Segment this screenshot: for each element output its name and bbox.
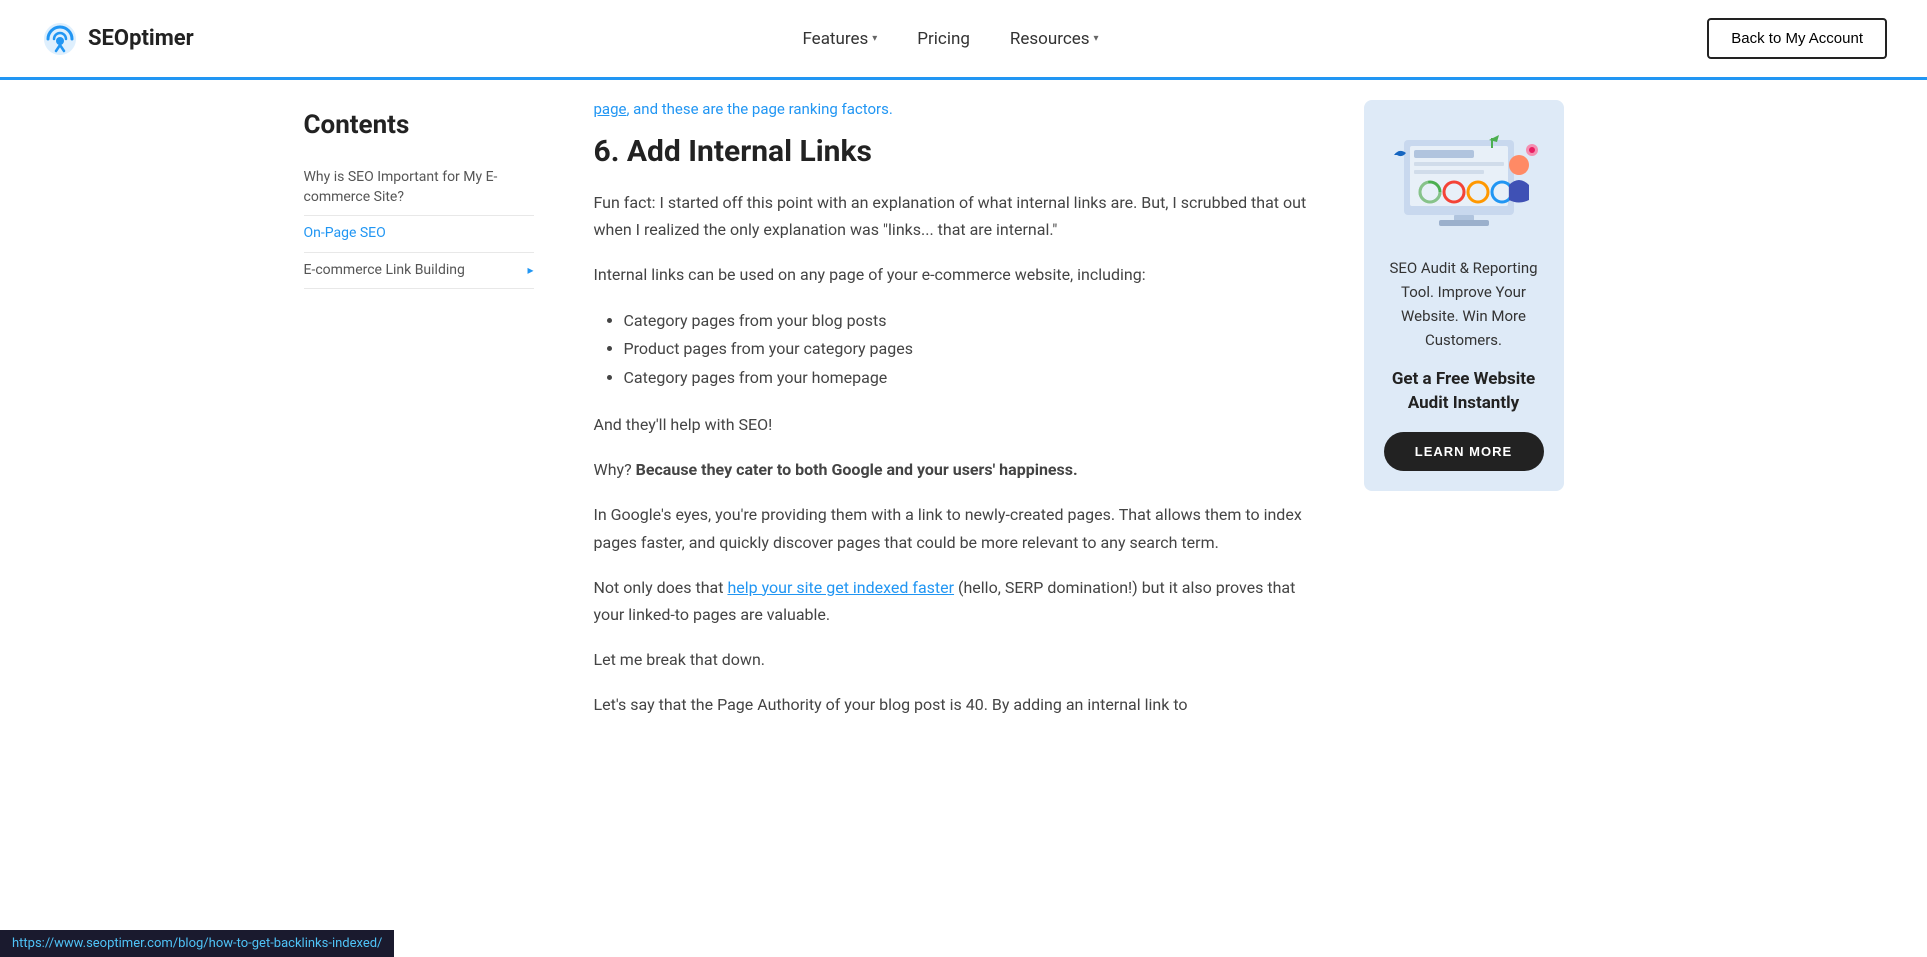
cta-illustration	[1384, 120, 1544, 240]
cta-tool-text: SEO Audit & Reporting Tool. Improve Your…	[1384, 256, 1544, 352]
site-header: SEOptimer Features ▾ Pricing Resources ▾…	[0, 0, 1927, 80]
logo-text: SEOptimer	[88, 26, 194, 51]
top-fade-text: page, and these are the page ranking fac…	[594, 100, 1314, 118]
main-content: page, and these are the page ranking fac…	[564, 100, 1344, 736]
list-item: Product pages from your category pages	[624, 335, 1314, 364]
main-nav: Features ▾ Pricing Resources ▾	[802, 29, 1098, 49]
cta-box: SEO Audit & Reporting Tool. Improve Your…	[1364, 100, 1564, 491]
paragraph-and-help: And they'll help with SEO!	[594, 411, 1314, 438]
list-item: Category pages from your homepage	[624, 364, 1314, 393]
chevron-down-icon: ▾	[872, 33, 877, 44]
paragraph-2: Internal links can be used on any page o…	[594, 261, 1314, 288]
right-sidebar: SEO Audit & Reporting Tool. Improve Your…	[1344, 100, 1564, 736]
nav-features[interactable]: Features ▾	[802, 29, 877, 49]
indexed-faster-link[interactable]: help your site get indexed faster	[727, 578, 954, 597]
sidebar-item-why-seo[interactable]: Why is SEO Important for My E-commerce S…	[304, 160, 534, 216]
arrow-icon: ▸	[527, 262, 533, 279]
status-bar: https://www.seoptimer.com/blog/how-to-ge…	[0, 930, 394, 957]
sidebar: Contents Why is SEO Important for My E-c…	[304, 100, 564, 736]
list-item: Category pages from your blog posts	[624, 307, 1314, 336]
back-to-account-button[interactable]: Back to My Account	[1707, 18, 1887, 59]
logo[interactable]: SEOptimer	[40, 19, 194, 59]
paragraph-google-eyes: In Google's eyes, you're providing them …	[594, 501, 1314, 555]
sidebar-title: Contents	[304, 110, 534, 140]
logo-icon	[40, 19, 80, 59]
paragraph-break-down: Let me break that down.	[594, 646, 1314, 673]
sidebar-item-on-page-seo[interactable]: On-Page SEO	[304, 216, 534, 253]
chevron-down-icon-2: ▾	[1094, 33, 1099, 44]
learn-more-button[interactable]: LEARN MORE	[1384, 432, 1544, 471]
nav-pricing[interactable]: Pricing	[917, 29, 970, 49]
paragraph-1: Fun fact: I started off this point with …	[594, 189, 1314, 243]
section-title: 6. Add Internal Links	[594, 134, 1314, 169]
cta-headline: Get a Free Website Audit Instantly	[1384, 368, 1544, 416]
page-body: Contents Why is SEO Important for My E-c…	[264, 80, 1664, 756]
nav-resources[interactable]: Resources ▾	[1010, 29, 1099, 49]
bullet-list: Category pages from your blog posts Prod…	[594, 307, 1314, 393]
paragraph-why-because: Why? Because they cater to both Google a…	[594, 456, 1314, 483]
paragraph-not-only: Not only does that help your site get in…	[594, 574, 1314, 628]
sidebar-item-link-building[interactable]: E-commerce Link Building ▸	[304, 253, 534, 290]
paragraph-page-authority: Let's say that the Page Authority of you…	[594, 691, 1314, 718]
